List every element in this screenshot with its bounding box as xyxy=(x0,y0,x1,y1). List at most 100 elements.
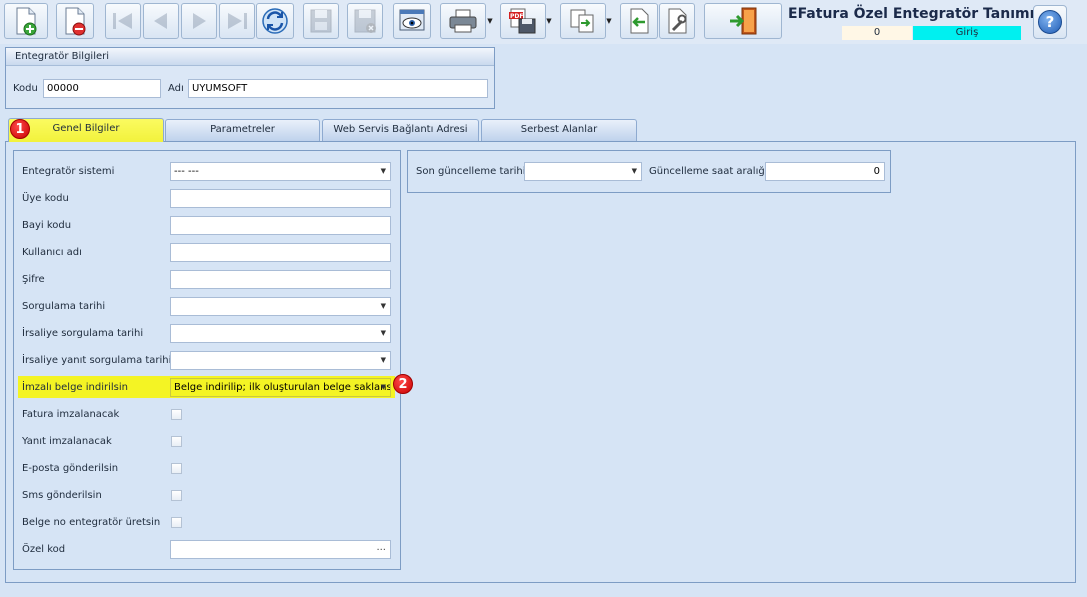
tools-icon xyxy=(668,8,687,34)
update-settings-panel: Son güncelleme tarihi ▼ Güncelleme saat … xyxy=(407,150,891,193)
previous-record-icon xyxy=(154,13,167,29)
new-document-icon xyxy=(16,7,37,36)
chevron-down-icon: ▼ xyxy=(380,329,386,337)
general-settings-panel: Entegratör sistemi --- --- ▼ Üye kodu Ba… xyxy=(13,150,401,570)
copy-icon xyxy=(570,9,594,33)
sms-send-checkbox[interactable] xyxy=(171,490,182,501)
query-date-picker[interactable]: ▼ xyxy=(170,297,391,316)
tab-custom-fields-label: Serbest Alanlar xyxy=(520,124,598,135)
last-update-date-picker[interactable]: ▼ xyxy=(524,162,642,181)
integrator-system-value: --- --- xyxy=(174,166,199,177)
code-field[interactable]: 00000 xyxy=(43,79,161,98)
name-label: Adı xyxy=(168,83,184,94)
copy-button[interactable] xyxy=(560,3,606,39)
doc-no-checkbox[interactable] xyxy=(171,517,182,528)
annotation-badge-2: 2 xyxy=(393,374,413,394)
special-code-field[interactable]: ... xyxy=(170,540,391,559)
name-field[interactable]: UYUMSOFT xyxy=(188,79,488,98)
tab-general[interactable]: Genel Bilgiler xyxy=(8,118,164,142)
waybill-reply-date-label: İrsaliye yanıt sorgulama tarihi xyxy=(22,355,172,366)
first-record-icon xyxy=(113,13,132,29)
chevron-down-icon: ▼ xyxy=(380,302,386,310)
refresh-icon xyxy=(262,8,288,34)
exit-button[interactable] xyxy=(704,3,782,39)
ellipsis-button[interactable]: ... xyxy=(376,541,386,556)
last-record-button[interactable] xyxy=(219,3,255,39)
help-icon: ? xyxy=(1038,10,1062,34)
tools-button[interactable] xyxy=(659,3,695,39)
tab-web-service[interactable]: Web Servis Bağlantı Adresi xyxy=(322,119,479,141)
pdf-dropdown-arrow[interactable]: ▼ xyxy=(543,3,555,39)
chevron-down-icon: ▼ xyxy=(631,167,637,175)
print-button[interactable] xyxy=(440,3,486,39)
save-button[interactable] xyxy=(303,3,339,39)
chevron-down-icon: ▼ xyxy=(380,356,386,364)
integrator-info-group: Entegratör Bilgileri Kodu 00000 Adı UYUM… xyxy=(5,47,495,109)
integrator-system-label: Entegratör sistemi xyxy=(22,166,115,177)
username-label: Kullanıcı adı xyxy=(22,247,82,258)
delete-button[interactable] xyxy=(56,3,94,39)
print-dropdown-arrow[interactable]: ▼ xyxy=(484,3,496,39)
new-button[interactable] xyxy=(4,3,48,39)
dealer-code-label: Bayi kodu xyxy=(22,220,72,231)
dealer-code-field[interactable] xyxy=(170,216,391,235)
import-button[interactable] xyxy=(620,3,658,39)
tab-custom-fields[interactable]: Serbest Alanlar xyxy=(481,119,637,141)
reply-sign-label: Yanıt imzalanacak xyxy=(22,436,112,447)
member-code-label: Üye kodu xyxy=(22,193,69,204)
next-record-icon xyxy=(193,13,206,29)
doc-no-label: Belge no entegratör üretsin xyxy=(22,517,161,528)
copy-dropdown-arrow[interactable]: ▼ xyxy=(603,3,615,39)
reply-sign-checkbox[interactable] xyxy=(171,436,182,447)
invoice-sign-label: Fatura imzalanacak xyxy=(22,409,120,420)
save-icon xyxy=(310,9,332,33)
code-label: Kodu xyxy=(13,83,38,94)
signed-doc-value: Belge indirilip; ilk oluşturulan belge s… xyxy=(174,382,391,393)
print-icon xyxy=(449,9,477,33)
password-field[interactable] xyxy=(170,270,391,289)
first-record-button[interactable] xyxy=(105,3,141,39)
waybill-query-date-label: İrsaliye sorgulama tarihi xyxy=(22,328,144,339)
mode-indicator: Giriş xyxy=(913,26,1021,40)
member-code-field[interactable] xyxy=(170,189,391,208)
integrator-system-combo[interactable]: --- --- ▼ xyxy=(170,162,391,181)
chevron-down-icon: ▼ xyxy=(380,383,386,391)
refresh-button[interactable] xyxy=(256,3,294,39)
exit-icon xyxy=(730,7,757,35)
tab-web-service-label: Web Servis Bağlantı Adresi xyxy=(333,124,468,135)
password-label: Şifre xyxy=(22,274,45,285)
toolbar: ▼ PDF ▼ ▼ EFatura Özel Entegratör Tanımı… xyxy=(0,0,1087,44)
chevron-down-icon: ▼ xyxy=(380,167,386,175)
integrator-info-title: Entegratör Bilgileri xyxy=(6,48,494,66)
delete-document-icon xyxy=(65,7,86,36)
tab-parameters[interactable]: Parametreler xyxy=(165,119,320,141)
previous-record-button[interactable] xyxy=(143,3,179,39)
preview-button[interactable] xyxy=(393,3,431,39)
query-date-label: Sorgulama tarihi xyxy=(22,301,106,312)
update-interval-field[interactable]: 0 xyxy=(765,162,885,181)
next-record-button[interactable] xyxy=(181,3,217,39)
username-field[interactable] xyxy=(170,243,391,262)
waybill-reply-date-picker[interactable]: ▼ xyxy=(170,351,391,370)
last-record-icon xyxy=(228,13,247,29)
help-button[interactable]: ? xyxy=(1033,5,1067,39)
import-icon xyxy=(630,8,649,34)
form-title: EFatura Özel Entegratör Tanımı xyxy=(788,6,1035,22)
update-interval-label: Güncelleme saat aralığı xyxy=(649,166,768,177)
save-close-icon xyxy=(354,9,376,33)
tab-general-label: Genel Bilgiler xyxy=(52,123,120,134)
last-update-label: Son güncelleme tarihi xyxy=(416,166,526,177)
annotation-badge-1: 1 xyxy=(10,119,30,139)
signed-doc-combo[interactable]: Belge indirilip; ilk oluşturulan belge s… xyxy=(170,378,391,397)
invoice-sign-checkbox[interactable] xyxy=(171,409,182,420)
record-count: 0 xyxy=(842,26,912,40)
email-send-checkbox[interactable] xyxy=(171,463,182,474)
preview-icon xyxy=(399,9,425,31)
save-close-button[interactable] xyxy=(347,3,383,39)
pdf-export-icon: PDF xyxy=(509,8,536,34)
waybill-query-date-picker[interactable]: ▼ xyxy=(170,324,391,343)
tab-parameters-label: Parametreler xyxy=(210,124,275,135)
email-send-label: E-posta gönderilsin xyxy=(22,463,119,474)
pdf-export-button[interactable]: PDF xyxy=(500,3,546,39)
signed-doc-label: İmzalı belge indirilsin xyxy=(22,382,128,393)
